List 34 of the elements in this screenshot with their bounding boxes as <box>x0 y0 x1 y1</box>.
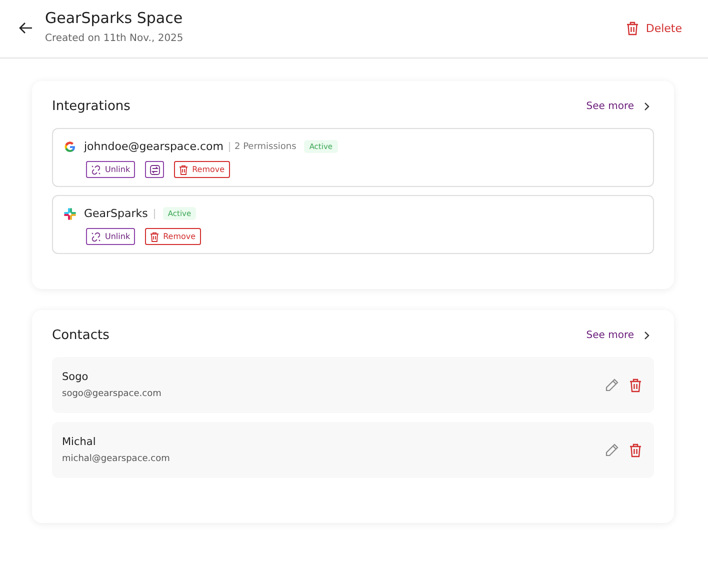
contact-name: Michal <box>62 436 97 448</box>
delete-button[interactable]: Delete <box>626 21 682 36</box>
see-more-link[interactable]: See more <box>586 101 654 112</box>
permissions-count: 2 Permissions <box>234 142 296 152</box>
unlink-button[interactable]: Unlink <box>86 228 136 245</box>
created-date: Created on 11th Nov., 2025 <box>45 33 184 44</box>
trash-icon[interactable] <box>629 378 642 392</box>
integration-name: johndoe@gearspace.com <box>84 140 224 153</box>
trash-icon <box>626 21 639 36</box>
trash-icon <box>150 232 160 242</box>
remove-button[interactable]: Remove <box>174 161 230 178</box>
swap-icon <box>150 164 160 174</box>
google-icon <box>64 140 76 152</box>
section-title: Contacts <box>52 328 110 343</box>
slack-icon <box>64 208 76 220</box>
page-title: GearSparks Space <box>45 9 184 27</box>
edit-icon[interactable] <box>605 443 619 457</box>
see-more-link[interactable]: See more <box>586 330 654 341</box>
integration-name: GearSparks <box>84 207 148 220</box>
back-arrow-icon[interactable] <box>19 22 33 34</box>
contact-email: michal@gearspace.com <box>62 454 171 464</box>
contact-name: Sogo <box>62 371 90 383</box>
edit-icon[interactable] <box>605 378 619 392</box>
sync-button[interactable] <box>145 161 164 178</box>
remove-button[interactable]: Remove <box>145 228 201 245</box>
trash-icon <box>179 164 188 174</box>
broken-link-icon <box>91 232 101 242</box>
section-title: Integrations <box>52 99 130 114</box>
contact-email: sogo@gearspace.com <box>62 389 162 399</box>
chevron-icon <box>644 102 650 111</box>
chevron-icon <box>644 331 650 340</box>
trash-icon[interactable] <box>629 442 642 458</box>
unlink-button[interactable]: Unlink <box>86 161 136 178</box>
broken-link-icon <box>91 164 101 174</box>
